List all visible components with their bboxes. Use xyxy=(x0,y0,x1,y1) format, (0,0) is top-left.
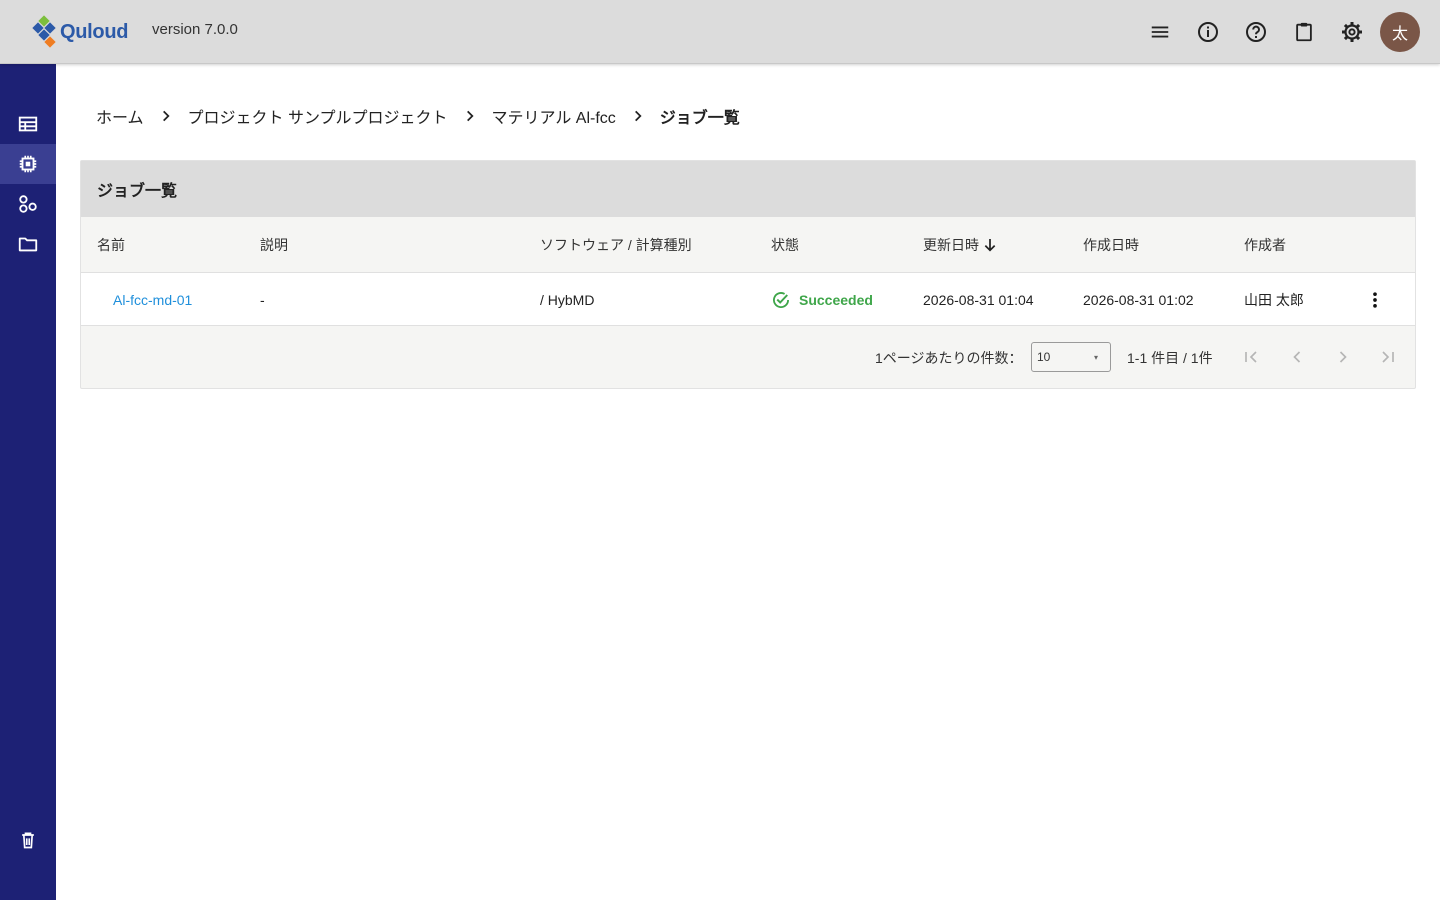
job-updated: 2026-08-31 01:04 xyxy=(923,291,1034,308)
sidebar-item-table[interactable] xyxy=(0,104,56,144)
info-icon[interactable] xyxy=(1192,16,1224,48)
page-range: 1-1 件目 / 1件 xyxy=(1127,350,1213,366)
avatar-initial: 太 xyxy=(1391,24,1408,43)
column-header-updated-label: 更新日時 xyxy=(923,237,979,253)
more-vert-icon[interactable] xyxy=(1361,286,1389,314)
table-row: Al-fcc-md-01 - / HybMD Succeeded 2026-08… xyxy=(81,273,1415,326)
table-icon xyxy=(18,116,38,132)
next-page-icon[interactable] xyxy=(1331,345,1355,369)
gear-icon[interactable] xyxy=(1336,16,1368,48)
chevron-right-icon xyxy=(616,109,660,123)
side-nav xyxy=(0,64,56,900)
sidebar-item-files[interactable] xyxy=(0,224,56,264)
column-header-updated[interactable]: 更新日時 xyxy=(923,217,998,273)
rows-per-page-label: 1ページあたりの件数： xyxy=(875,350,1023,366)
shapes-icon xyxy=(19,195,37,213)
rows-per-page-value: 10 xyxy=(1037,350,1051,364)
job-description: - xyxy=(260,291,265,308)
job-name-link[interactable]: Al-fcc-md-01 xyxy=(113,273,192,326)
breadcrumb: ホーム プロジェクト サンプルプロジェクト マテリアル Al-fcc ジョブ一覧 xyxy=(96,104,740,128)
trash-icon xyxy=(22,832,34,849)
status-text: Succeeded xyxy=(799,291,873,308)
column-header-author[interactable]: 作成者 xyxy=(1244,217,1286,273)
previous-page-icon[interactable] xyxy=(1285,345,1309,369)
card-title: ジョブ一覧 xyxy=(81,161,1415,217)
logo-text: Quloud xyxy=(60,20,129,43)
app-version: version 7.0.0 xyxy=(152,21,238,38)
breadcrumb-home[interactable]: ホーム xyxy=(96,104,144,128)
job-created: 2026-08-31 01:02 xyxy=(1083,291,1194,308)
status-badge: Succeeded xyxy=(771,273,873,326)
table-header: 名前 説明 ソフトウェア / 計算種別 状態 更新日時 作成日時 作成者 xyxy=(81,217,1415,273)
breadcrumb-current: ジョブ一覧 xyxy=(659,110,740,127)
column-header-description[interactable]: 説明 xyxy=(260,217,288,273)
help-icon[interactable] xyxy=(1240,16,1272,48)
sidebar-item-trash[interactable] xyxy=(0,820,56,860)
column-header-name[interactable]: 名前 xyxy=(97,217,125,273)
job-author: 山田 太郎 xyxy=(1244,291,1304,308)
chevron-right-icon xyxy=(144,109,188,123)
column-header-created[interactable]: 作成日時 xyxy=(1083,217,1139,273)
user-avatar[interactable]: 太 xyxy=(1380,12,1420,52)
top-app-bar: Quloud version 7.0.0 太 xyxy=(0,0,1440,64)
sidebar-item-materials[interactable] xyxy=(0,184,56,224)
breadcrumb-material[interactable]: マテリアル Al-fcc xyxy=(492,104,616,128)
breadcrumb-project[interactable]: プロジェクト サンプルプロジェクト xyxy=(188,104,448,128)
arrow-down-icon xyxy=(984,239,996,252)
first-page-icon[interactable] xyxy=(1239,345,1263,369)
logo-mark-icon xyxy=(30,15,58,49)
dropdown-caret-icon: ▾ xyxy=(1093,353,1098,362)
menu-icon[interactable] xyxy=(1144,16,1176,48)
chevron-right-icon xyxy=(448,109,492,123)
clipboard-icon[interactable] xyxy=(1288,16,1320,48)
pagination: 1ページあたりの件数： 10 ▾ 1-1 件目 / 1件 xyxy=(81,326,1415,388)
job-software: / HybMD xyxy=(540,291,595,308)
column-header-status[interactable]: 状態 xyxy=(771,217,799,273)
last-page-icon[interactable] xyxy=(1376,345,1400,369)
chip-icon xyxy=(19,155,37,173)
quloud-logo[interactable]: Quloud xyxy=(30,14,138,50)
job-list-card: ジョブ一覧 名前 説明 ソフトウェア / 計算種別 状態 更新日時 作成日時 作… xyxy=(80,160,1416,389)
check-circle-icon xyxy=(773,291,790,308)
rows-per-page-select[interactable]: 10 ▾ xyxy=(1031,342,1111,372)
column-header-software[interactable]: ソフトウェア / 計算種別 xyxy=(540,217,692,273)
sidebar-item-jobs[interactable] xyxy=(0,144,56,184)
folder-icon xyxy=(18,237,38,252)
